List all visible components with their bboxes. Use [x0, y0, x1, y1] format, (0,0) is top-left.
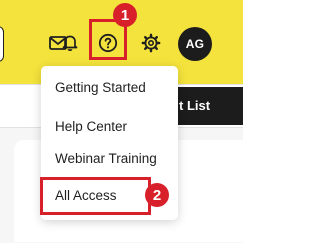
bell-icon[interactable]: [59, 32, 81, 54]
menu-item-webinar-training[interactable]: Webinar Training: [55, 150, 157, 168]
step-2-badge: 2: [145, 183, 169, 207]
all-access-highlight-box: [40, 177, 151, 215]
gear-icon[interactable]: [140, 32, 162, 54]
step-1-badge: 1: [113, 3, 137, 27]
menu-item-getting-started[interactable]: Getting Started: [55, 79, 146, 97]
search-box-edge[interactable]: [0, 26, 4, 62]
user-avatar[interactable]: AG: [178, 27, 212, 61]
menu-item-help-center[interactable]: Help Center: [55, 118, 127, 136]
